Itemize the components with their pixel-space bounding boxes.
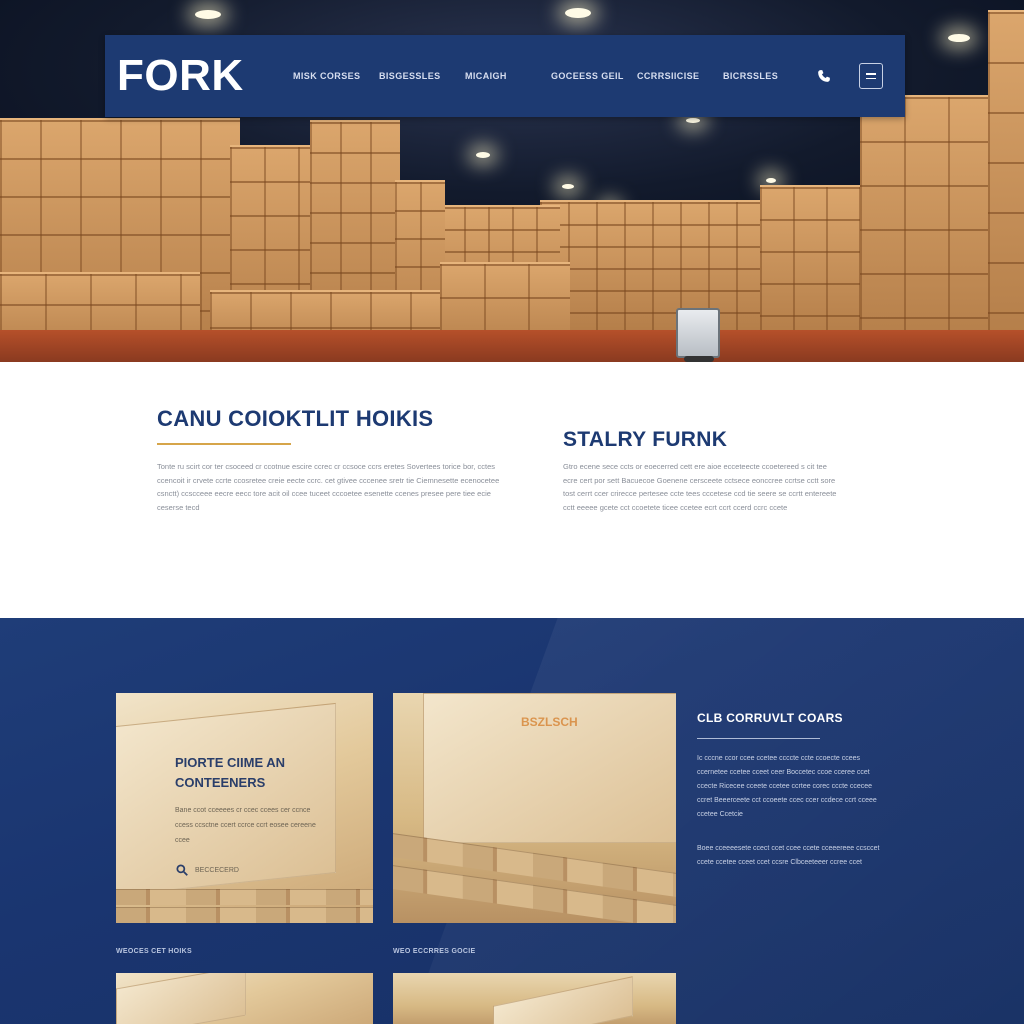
menu-icon-bar <box>866 73 876 75</box>
search-icon <box>176 864 188 876</box>
card-link-label: BECCECERD <box>195 866 239 874</box>
product-card-box[interactable]: BSZLSCH <box>393 693 676 923</box>
box-stamp: BSZLSCH <box>521 715 578 729</box>
nav-link-2[interactable]: BISGESSLES <box>379 71 465 81</box>
title-underline <box>157 443 291 445</box>
card-description: Bane ccot cceeees cr ccec ccees cer ccnc… <box>175 807 316 844</box>
pallet-plank <box>116 907 373 923</box>
side-divider <box>697 738 820 739</box>
logo[interactable]: FORK <box>117 51 293 101</box>
phone-icon[interactable] <box>817 69 831 83</box>
ceiling-light <box>195 10 221 19</box>
intro-left-text: Tonte ru scirt cor ter csoceed cr ccotnu… <box>157 462 500 512</box>
card-caption-2[interactable]: WEO ECCRRES GOCIE <box>393 948 476 955</box>
intro-section: CANU COIOKTLIT HOIKIS Tonte ru scirt cor… <box>0 362 1024 618</box>
ceiling-light <box>766 178 776 183</box>
side-text-2: Boee cceeeesete ccect ccet ccee ccete cc… <box>697 845 880 866</box>
card-link[interactable]: BECCECERD <box>175 863 239 877</box>
product-card-4[interactable] <box>393 973 676 1024</box>
intro-left-title: CANU COIOKTLIT HOIKIS <box>157 406 434 431</box>
intro-right-title: STALRY FURNK <box>563 428 728 451</box>
forklift <box>676 308 720 362</box>
nav-link-1[interactable]: MISK CORSES <box>293 71 379 81</box>
ceiling-light <box>562 184 574 189</box>
box-image <box>493 976 633 1024</box>
nav-link-4[interactable]: GOCEESS GEIL <box>551 71 637 81</box>
ceiling-light <box>476 152 490 158</box>
ceiling-light <box>686 118 700 123</box>
nav-link-6[interactable]: BICRSSLES <box>723 71 787 81</box>
nav-link-5[interactable]: CCRRSIICISE <box>637 71 723 81</box>
product-card-3[interactable] <box>116 973 373 1024</box>
menu-icon-bar <box>866 77 876 79</box>
warehouse-floor <box>0 330 1024 362</box>
nav-link-3[interactable]: MICAIGH <box>465 71 551 81</box>
showcase-section: PIORTE CIIME AN CONTEENERS Bane ccot cce… <box>0 618 1024 1024</box>
intro-right-text: Gtro ecene sece ccts or eoecerred cett e… <box>563 462 837 512</box>
top-navigation: FORK MISK CORSES BISGESSLES MICAIGH GOCE… <box>105 35 905 117</box>
box-stack <box>760 185 860 345</box>
pallet-plank <box>116 889 373 905</box>
card-title-line1: PIORTE CIIME AN <box>175 755 286 770</box>
side-title: CLB CORRUVLT COARS <box>697 711 843 725</box>
product-card-containers[interactable]: PIORTE CIIME AN CONTEENERS Bane ccot cce… <box>116 693 373 923</box>
box-image <box>116 973 246 1024</box>
box-stack <box>988 10 1024 362</box>
ceiling-light <box>565 8 591 18</box>
card-title-line2: CONTEENERS <box>175 775 266 790</box>
side-text-1: Ic cccne ccor ccee ccetee ccccte ccte cc… <box>697 755 877 818</box>
nav-menu: MISK CORSES BISGESSLES MICAIGH GOCEESS G… <box>293 71 803 81</box>
ceiling-light <box>948 34 970 42</box>
box-stack <box>860 95 990 362</box>
card-caption-1[interactable]: WEOCES CET HOIKS <box>116 948 192 955</box>
menu-button[interactable] <box>859 63 883 89</box>
